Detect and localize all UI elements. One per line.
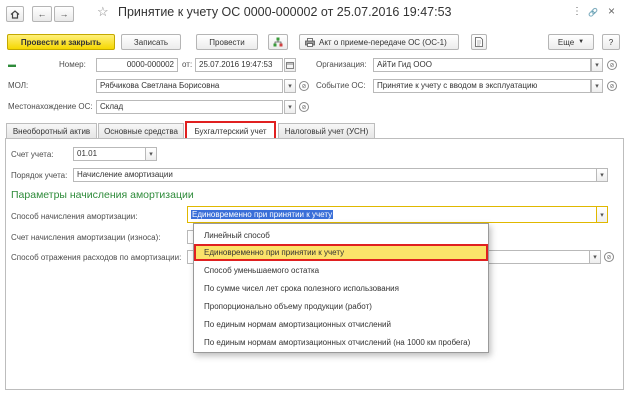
date-label: от: <box>182 60 193 69</box>
chevron-down-icon: ▾ <box>595 62 599 69</box>
event-open-icon[interactable]: ⊘ <box>607 81 617 91</box>
more-button[interactable]: Еще ▼ <box>548 34 594 50</box>
structure-button[interactable] <box>268 34 288 50</box>
home-icon <box>10 9 20 19</box>
dropdown-item-linear[interactable]: Линейный способ <box>194 227 488 244</box>
method-dropdown-button[interactable]: ▾ <box>596 206 608 223</box>
back-button[interactable]: ← <box>32 6 52 22</box>
chevron-down-icon: ▾ <box>595 83 599 90</box>
expense-open-icon[interactable]: ⊘ <box>604 252 614 262</box>
mol-label: МОЛ: <box>8 81 29 90</box>
tab-fixed-assets[interactable]: Основные средства <box>98 123 184 138</box>
home-button[interactable] <box>6 6 24 22</box>
calendar-icon <box>286 62 294 69</box>
organization-field[interactable]: АйТи Гид ООО <box>373 58 591 72</box>
link-icon[interactable]: 🔗 <box>588 8 598 17</box>
chevron-down-icon: ▾ <box>600 211 604 219</box>
chevron-down-icon: ▼ <box>578 39 585 45</box>
page-title: Принятие к учету ОС 0000-000002 от 25.07… <box>118 5 452 19</box>
arrow-right-icon: → <box>59 9 69 19</box>
event-field[interactable]: Принятие к учету с вводом в эксплуатацию <box>373 79 591 93</box>
date-field[interactable]: 25.07.2016 19:47:53 <box>195 58 283 72</box>
depreciation-section-title: Параметры начисления амортизации <box>11 189 194 201</box>
method-label: Способ начисления амортизации: <box>11 212 138 221</box>
organization-open-icon[interactable]: ⊘ <box>607 60 617 70</box>
number-field[interactable]: 0000-000002 <box>96 58 178 72</box>
printer-icon <box>305 37 315 47</box>
chevron-down-icon: ▾ <box>149 151 153 158</box>
dropdown-item-units-of-production[interactable]: Пропорционально объему продукции (работ) <box>194 298 488 315</box>
help-button[interactable]: ? <box>602 34 620 50</box>
posted-status-icon: ▬ <box>8 60 16 69</box>
tab-accounting[interactable]: Бухгалтерский учет <box>185 121 276 139</box>
post-and-close-button[interactable]: Провести и закрыть <box>7 34 115 50</box>
dropdown-item-uniform-norms[interactable]: По единым нормам амортизационных отчисле… <box>194 316 488 333</box>
organization-label: Организация: <box>316 60 367 69</box>
document-icon <box>475 37 483 47</box>
tab-tax-usn[interactable]: Налоговый учет (УСН) <box>278 123 375 138</box>
method-value: Единовременно при принятии к учету <box>191 210 334 219</box>
mol-field[interactable]: Рябчикова Светлана Борисовна <box>96 79 283 93</box>
event-label: Событие ОС: <box>316 81 366 90</box>
location-open-icon[interactable]: ⊘ <box>299 102 309 112</box>
organization-dropdown-button[interactable]: ▾ <box>591 58 603 72</box>
chevron-down-icon: ▾ <box>288 83 292 90</box>
order-label: Порядок учета: <box>11 171 68 180</box>
location-label: Местонахождение ОС: <box>8 102 93 111</box>
dropdown-item-one-time[interactable]: Единовременно при принятии к учету <box>194 244 488 261</box>
hierarchy-icon <box>273 37 283 47</box>
depreciation-account-label: Счет начисления амортизации (износа): <box>11 233 161 242</box>
more-menu-icon[interactable]: ⋮ <box>572 6 582 17</box>
mol-open-icon[interactable]: ⊘ <box>299 81 309 91</box>
tab-noncurrent-asset[interactable]: Внеоборотный актив <box>6 123 97 138</box>
close-icon[interactable]: × <box>608 4 615 18</box>
post-button[interactable]: Провести <box>196 34 258 50</box>
chevron-down-icon: ▾ <box>593 254 597 261</box>
location-field[interactable]: Склад <box>96 100 283 114</box>
dropdown-item-uniform-norms-mileage[interactable]: По единым нормам амортизационных отчисле… <box>194 334 488 351</box>
dropdown-item-sum-of-years[interactable]: По сумме чисел лет срока полезного испол… <box>194 280 488 297</box>
forward-button[interactable]: → <box>54 6 74 22</box>
report-button[interactable] <box>471 34 487 50</box>
method-field[interactable]: Единовременно при принятии к учету <box>187 206 597 223</box>
star-icon[interactable]: ☆ <box>97 4 109 20</box>
arrow-left-icon: ← <box>37 9 47 19</box>
depreciation-method-dropdown: Линейный способ Единовременно при принят… <box>193 223 489 353</box>
chevron-down-icon: ▾ <box>288 104 292 111</box>
account-field[interactable]: 01.01 <box>73 147 146 161</box>
chevron-down-icon: ▾ <box>600 172 604 179</box>
print-act-button[interactable]: Акт о приеме-передаче ОС (ОС-1) <box>299 34 459 50</box>
location-dropdown-button[interactable]: ▾ <box>284 100 296 114</box>
number-label: Номер: <box>59 60 86 69</box>
mol-dropdown-button[interactable]: ▾ <box>284 79 296 93</box>
calendar-button[interactable] <box>284 58 296 72</box>
save-button[interactable]: Записать <box>121 34 181 50</box>
account-dropdown-button[interactable]: ▾ <box>145 147 157 161</box>
expense-method-label: Способ отражения расходов по амортизации… <box>11 253 182 262</box>
dropdown-item-reducing-balance[interactable]: Способ уменьшаемого остатка <box>194 262 488 279</box>
expense-dropdown-button[interactable]: ▾ <box>589 250 601 264</box>
event-dropdown-button[interactable]: ▾ <box>591 79 603 93</box>
more-label: Еще <box>557 37 575 47</box>
order-field[interactable]: Начисление амортизации <box>73 168 597 182</box>
account-label: Счет учета: <box>11 150 54 159</box>
print-act-label: Акт о приеме-передаче ОС (ОС-1) <box>319 37 447 47</box>
order-dropdown-button[interactable]: ▾ <box>596 168 608 182</box>
